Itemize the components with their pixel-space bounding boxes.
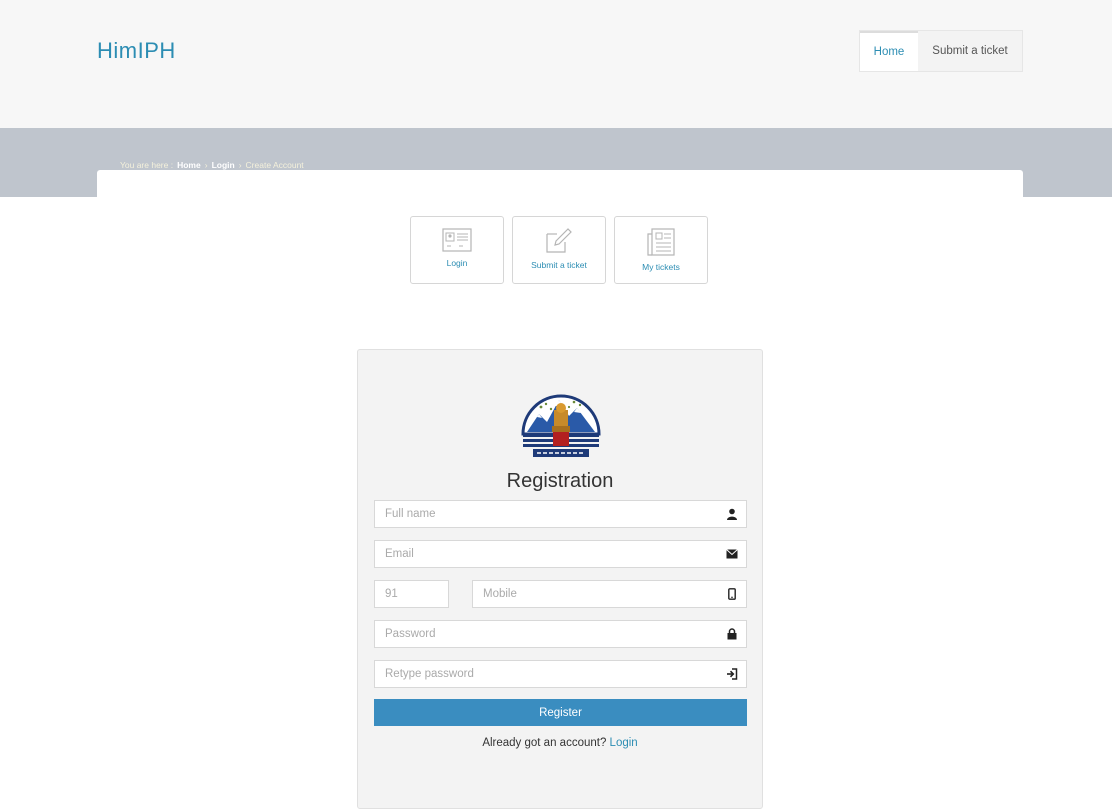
email-field xyxy=(374,540,747,568)
mobile-field xyxy=(472,580,747,608)
full-name-field xyxy=(374,500,747,528)
header-bar: HimIPH Home Submit a ticket xyxy=(0,0,1112,128)
lock-icon xyxy=(718,628,746,640)
registration-card: Registration Register xyxy=(357,349,763,809)
edit-icon xyxy=(546,228,572,253)
site-logo[interactable]: HimIPH xyxy=(97,38,176,64)
mobile-input[interactable] xyxy=(473,581,718,607)
sign-in-icon xyxy=(718,668,746,680)
password-input[interactable] xyxy=(375,621,718,647)
retype-password-field xyxy=(374,660,747,688)
breadcrumb-separator-icon: › xyxy=(204,160,208,170)
tile-submit-ticket[interactable]: Submit a ticket xyxy=(512,216,606,284)
tile-login-label: Login xyxy=(446,258,468,268)
breadcrumb-current: Create Account xyxy=(245,160,304,170)
top-nav: Home Submit a ticket xyxy=(859,30,1023,72)
country-code-field xyxy=(374,580,539,608)
register-button[interactable]: Register xyxy=(374,699,747,726)
retype-password-input[interactable] xyxy=(375,661,718,687)
breadcrumb-separator-icon: › xyxy=(238,160,242,170)
tile-my-tickets-label: My tickets xyxy=(642,262,680,272)
login-prompt-text: Already got an account? xyxy=(482,737,607,749)
tile-login[interactable]: Login xyxy=(410,216,504,284)
full-name-input[interactable] xyxy=(375,501,718,527)
tile-my-tickets[interactable]: My tickets xyxy=(614,216,708,284)
login-link[interactable]: Login xyxy=(610,737,638,749)
login-prompt: Already got an account? Login xyxy=(358,737,762,749)
envelope-icon xyxy=(718,549,746,559)
nav-submit-ticket[interactable]: Submit a ticket xyxy=(918,31,1022,71)
email-input[interactable] xyxy=(375,541,718,567)
breadcrumb-prefix: You are here : xyxy=(120,160,174,170)
content-panel xyxy=(97,170,1023,200)
phone-icon xyxy=(718,588,746,600)
newspaper-icon xyxy=(647,228,675,256)
breadcrumb-home-link[interactable]: Home xyxy=(177,160,201,170)
id-card-icon xyxy=(442,228,472,252)
registration-title: Registration xyxy=(506,470,614,492)
user-icon xyxy=(718,508,746,520)
nav-home[interactable]: Home xyxy=(860,31,918,71)
password-field xyxy=(374,620,747,648)
breadcrumb-login-link[interactable]: Login xyxy=(212,160,235,170)
tile-submit-ticket-label: Submit a ticket xyxy=(531,260,587,270)
quick-tiles: Login Submit a ticket My tickets xyxy=(410,216,708,284)
breadcrumb: You are here : Home › Login › Create Acc… xyxy=(120,160,304,170)
state-emblem-logo xyxy=(521,394,601,457)
